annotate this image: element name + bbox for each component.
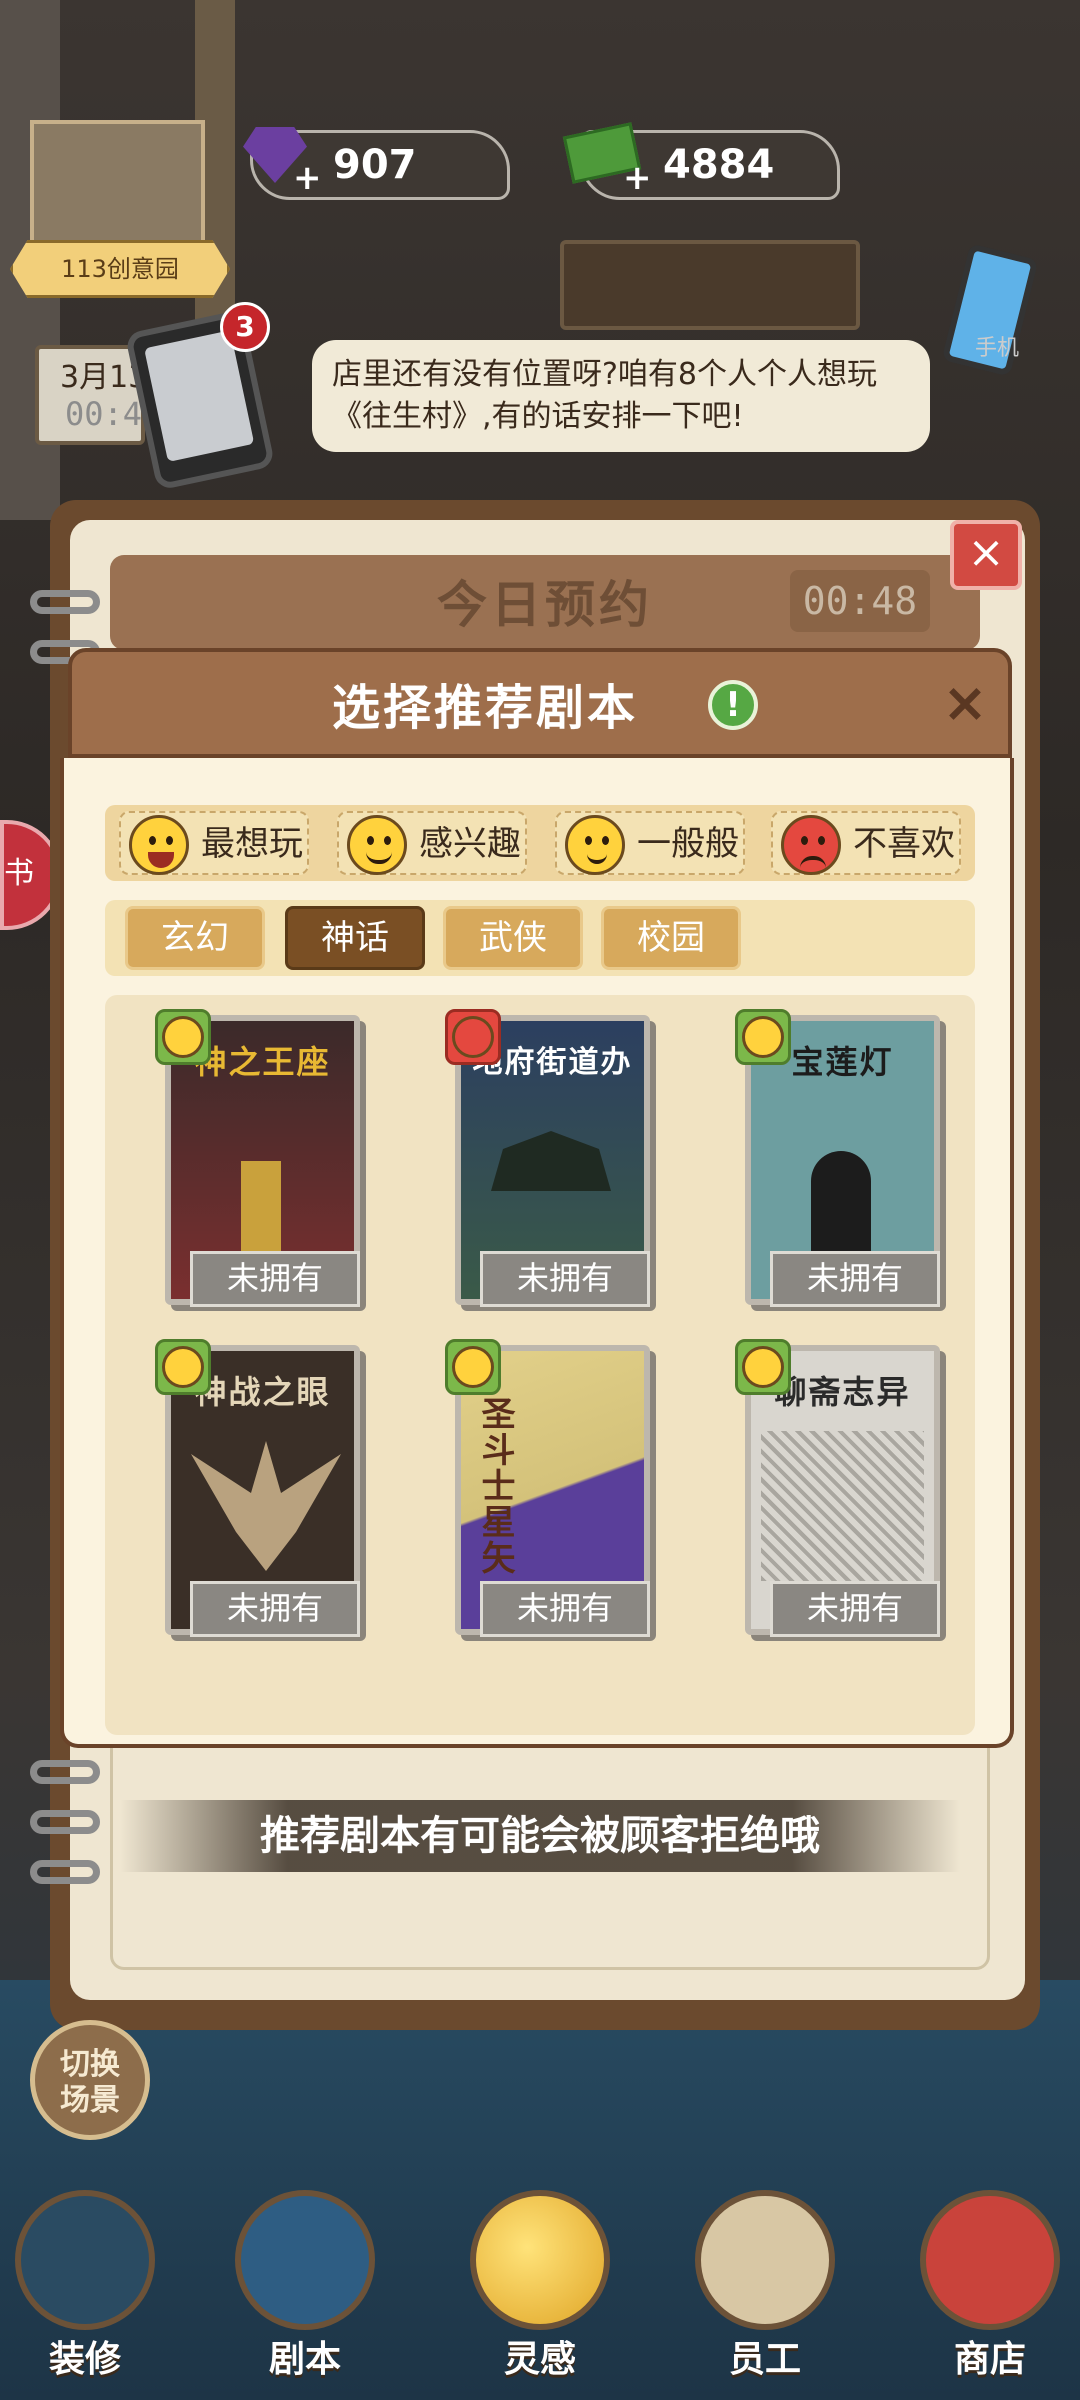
location-name: 113创意园 bbox=[10, 240, 230, 298]
neutral-mood-icon bbox=[735, 1339, 791, 1395]
switch-label-1: 切换 bbox=[60, 2047, 120, 2082]
ink-painting-shape bbox=[761, 1431, 924, 1581]
ownership-status: 未拥有 bbox=[480, 1251, 650, 1307]
house-icon bbox=[15, 2190, 155, 2330]
gem-amount: 907 bbox=[333, 142, 417, 188]
legend-label: 不喜欢 bbox=[853, 824, 955, 864]
legend-dislike: 不喜欢 bbox=[771, 811, 961, 875]
customer-speech-bubble: 店里还有没有位置呀?咱有8个人个人想玩《往生村》,有的话安排一下吧! bbox=[312, 340, 930, 452]
rejection-notice: 推荐剧本有可能会被顾客拒绝哦 bbox=[120, 1800, 960, 1872]
reservation-timer: 00:48 bbox=[790, 570, 930, 632]
throne-shape bbox=[241, 1161, 281, 1251]
cash-counter[interactable]: + 4884 bbox=[562, 122, 840, 200]
nav-scripts-label: 剧本 bbox=[268, 2339, 341, 2380]
script-card[interactable]: 神战之眼 未拥有 bbox=[155, 1339, 360, 1637]
nav-staff-label: 员工 bbox=[728, 2339, 801, 2380]
love-face-icon bbox=[129, 815, 189, 875]
side-tab-label: 书 bbox=[4, 856, 34, 891]
script-card[interactable]: 聊斋志异 未拥有 bbox=[735, 1339, 940, 1637]
legend-love: 最想玩 bbox=[119, 811, 309, 875]
neutral-mood-icon bbox=[735, 1009, 791, 1065]
dialog-title: 选择推荐剧本 bbox=[331, 680, 638, 736]
smile-face-icon bbox=[347, 815, 407, 875]
script-title: 圣斗士星矢 bbox=[475, 1396, 515, 1576]
nav-shop-label: 商店 bbox=[953, 2339, 1026, 2380]
legend-neutral: 一般般 bbox=[555, 811, 745, 875]
location-thumbnail[interactable] bbox=[30, 120, 205, 250]
nav-shop[interactable]: 商店 bbox=[905, 2190, 1075, 2400]
phone-label: 手机 bbox=[975, 336, 1020, 361]
script-card[interactable]: 圣斗士星矢 未拥有 bbox=[445, 1339, 650, 1637]
add-gem-icon[interactable]: + bbox=[293, 161, 322, 195]
switch-label-2: 场景 bbox=[60, 2083, 120, 2118]
tab-wuxia[interactable]: 武侠 bbox=[443, 906, 583, 970]
script-card[interactable]: 神之王座 未拥有 bbox=[155, 1009, 360, 1307]
ownership-status: 未拥有 bbox=[770, 1251, 940, 1307]
neutral-mood-icon bbox=[445, 1339, 501, 1395]
nav-staff[interactable]: 员工 bbox=[680, 2190, 850, 2400]
neutral-face-icon bbox=[565, 815, 625, 875]
dialog-close-button[interactable]: × bbox=[935, 675, 995, 735]
legend-label: 最想玩 bbox=[201, 824, 303, 864]
nav-decorate-label: 装修 bbox=[48, 2339, 121, 2380]
nav-scripts[interactable]: 剧本 bbox=[220, 2190, 390, 2400]
tab-xiaoyuan[interactable]: 校园 bbox=[601, 906, 741, 970]
gem-counter[interactable]: + 907 bbox=[243, 127, 510, 200]
add-cash-icon[interactable]: + bbox=[623, 161, 652, 195]
tab-xuanhuan[interactable]: 玄幻 bbox=[125, 906, 265, 970]
shop-icon bbox=[920, 2190, 1060, 2330]
nav-decorate[interactable]: 装修 bbox=[0, 2190, 170, 2400]
ownership-status: 未拥有 bbox=[480, 1581, 650, 1637]
info-icon[interactable]: ! bbox=[708, 680, 758, 730]
bookshelf bbox=[560, 240, 860, 330]
switch-scene-button[interactable]: 切换 场景 bbox=[30, 2020, 150, 2140]
ownership-status: 未拥有 bbox=[770, 1581, 940, 1637]
angry-face-icon bbox=[781, 815, 841, 875]
mood-legend: 最想玩 感兴趣 一般般 不喜欢 bbox=[105, 805, 975, 881]
reservation-close-button[interactable]: × bbox=[950, 520, 1022, 590]
nav-inspiration-label: 灵感 bbox=[503, 2339, 576, 2380]
script-card[interactable]: 宝莲灯 未拥有 bbox=[735, 1009, 940, 1307]
ownership-status: 未拥有 bbox=[190, 1251, 360, 1307]
temple-shape bbox=[491, 1131, 611, 1191]
legend-label: 感兴趣 bbox=[419, 824, 521, 864]
cash-amount: 4884 bbox=[663, 142, 775, 188]
script-card[interactable]: 地府街道办 未拥有 bbox=[445, 1009, 650, 1307]
tab-shenhua[interactable]: 神话 bbox=[285, 906, 425, 970]
neutral-mood-icon bbox=[155, 1009, 211, 1065]
id-card-icon bbox=[695, 2190, 835, 2330]
category-tabs: 玄幻 神话 武侠 校园 bbox=[105, 900, 975, 976]
angry-mood-icon bbox=[445, 1009, 501, 1065]
book-icon bbox=[235, 2190, 375, 2330]
notification-badge: 3 bbox=[220, 302, 270, 352]
neutral-mood-icon bbox=[155, 1339, 211, 1395]
nav-inspiration[interactable]: 灵感 bbox=[455, 2190, 625, 2400]
ownership-status: 未拥有 bbox=[190, 1581, 360, 1637]
winged-figure-shape bbox=[191, 1441, 341, 1571]
script-grid: 神之王座 未拥有 地府街道办 未拥有 宝莲灯 未拥有 神战之眼 未拥有 圣斗士星… bbox=[105, 995, 975, 1735]
legend-interested: 感兴趣 bbox=[337, 811, 527, 875]
legend-label: 一般般 bbox=[637, 824, 739, 864]
lightbulb-icon bbox=[470, 2190, 610, 2330]
